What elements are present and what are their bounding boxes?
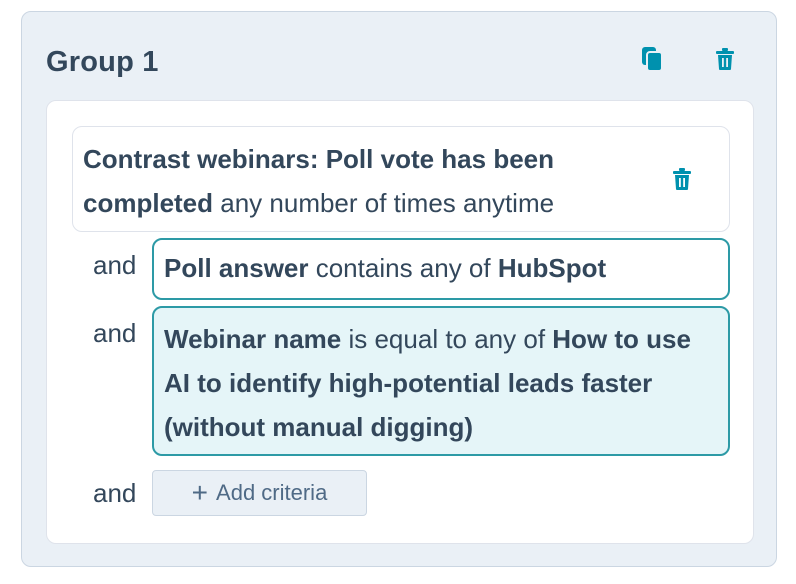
criteria-panel: Contrast webinars: Poll vote has been co… bbox=[46, 100, 754, 544]
trash-icon bbox=[673, 168, 691, 190]
add-criteria-button[interactable]: + Add criteria bbox=[152, 470, 367, 516]
criterion-value: HubSpot bbox=[497, 253, 607, 283]
conjunction-label: and bbox=[93, 250, 137, 280]
conjunction-label: and bbox=[93, 318, 137, 348]
main-criterion-card[interactable]: Contrast webinars: Poll vote has been co… bbox=[72, 126, 730, 232]
trash-icon bbox=[716, 48, 734, 70]
clone-group-button[interactable] bbox=[638, 45, 666, 73]
filter-group: Group 1 Contrast webinars: Poll vote has… bbox=[21, 11, 777, 567]
delete-criterion-button[interactable] bbox=[668, 165, 696, 193]
delete-group-button[interactable] bbox=[711, 45, 739, 73]
plus-icon: + bbox=[191, 477, 209, 508]
main-criterion-text: Contrast webinars: Poll vote has been co… bbox=[83, 137, 653, 225]
conjunction-label: and bbox=[93, 478, 137, 508]
copy-icon bbox=[642, 47, 663, 72]
webinar-name-criterion[interactable]: Webinar name is equal to any of How to u… bbox=[152, 306, 730, 456]
criterion-property: Poll answer bbox=[164, 253, 309, 283]
criterion-operator: contains any of bbox=[308, 253, 498, 283]
poll-answer-criterion[interactable]: Poll answer contains any of HubSpot bbox=[152, 238, 730, 300]
main-criterion-frequency: any number of times anytime bbox=[213, 188, 555, 218]
criterion-property: Webinar name bbox=[164, 324, 342, 354]
add-criteria-label: Add criteria bbox=[216, 480, 328, 505]
group-title: Group 1 bbox=[46, 46, 159, 78]
criterion-operator: is equal to any of bbox=[341, 324, 553, 354]
